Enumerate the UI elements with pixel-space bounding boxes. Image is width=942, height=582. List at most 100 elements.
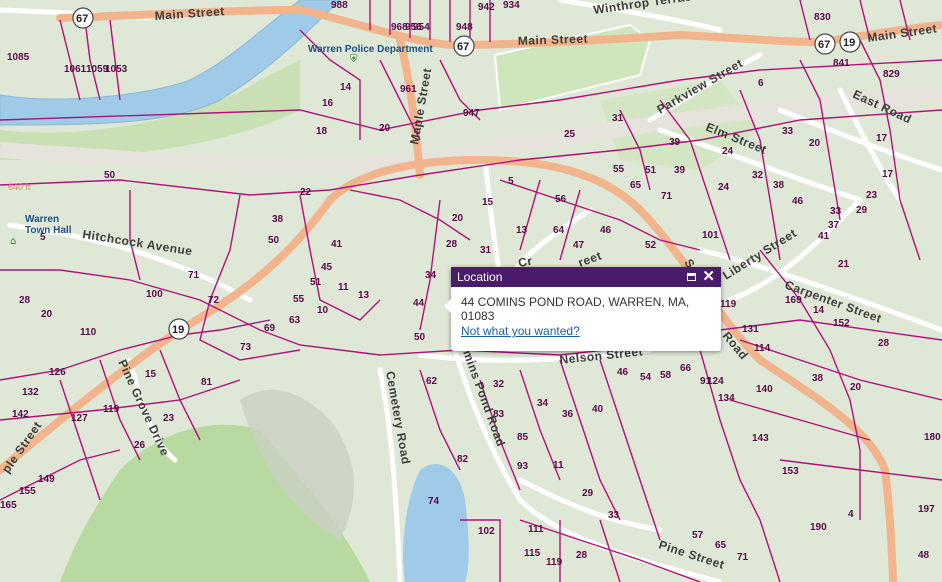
parcel-number: 153 — [782, 466, 799, 477]
parcel-number: 829 — [883, 69, 900, 80]
parcel-number: 1085 — [7, 52, 30, 63]
parcel-number: 72 — [208, 295, 220, 306]
parcel-number: 66 — [680, 363, 692, 374]
parcel-number: 127 — [71, 413, 88, 424]
maximize-icon[interactable] — [687, 273, 697, 281]
parcel-number: 28 — [878, 338, 890, 349]
parcel-number: 20 — [452, 213, 464, 224]
parcel-number: 119 — [720, 299, 737, 310]
parcel-number: 51 — [310, 277, 322, 288]
svg-text:67: 67 — [76, 13, 88, 25]
close-icon[interactable]: ✕ — [702, 269, 715, 284]
parcel-number: 26 — [134, 440, 146, 451]
parcel-number: 20 — [809, 138, 821, 149]
parcel-number: 119 — [546, 557, 563, 568]
route-shield: 67 — [453, 35, 475, 57]
parcel-number: 83 — [493, 409, 505, 420]
parcel-number: 39 — [674, 165, 686, 176]
svg-text:67: 67 — [818, 39, 830, 51]
parcel-number: 115 — [524, 548, 541, 559]
parcel-number: 21 — [838, 259, 850, 270]
parcel-number: 33 — [830, 206, 842, 217]
parcel-number: 47 — [573, 240, 585, 251]
parcel-number: 69 — [264, 323, 276, 334]
parcel-number: 50 — [414, 332, 426, 343]
location-popup: Location ✕ 44 COMINS POND ROAD, WARREN, … — [444, 267, 721, 351]
parcel-number: 143 — [752, 433, 769, 444]
police-icon: ⛨ — [350, 54, 358, 65]
parcel-number: 13 — [516, 225, 528, 236]
parcel-number: 111 — [528, 524, 544, 535]
not-what-you-wanted-link[interactable]: Not what you wanted? — [461, 324, 580, 338]
town-hall-icon: ⌂ — [10, 236, 16, 247]
parcel-number: 15 — [145, 369, 157, 380]
parcel-number: 38 — [773, 180, 785, 191]
parcel-number: 82 — [457, 454, 469, 465]
parcel-number: 93 — [517, 461, 529, 472]
parcel-number: 15 — [482, 197, 494, 208]
parcel-number: 55 — [613, 164, 625, 175]
parcel-number: 11 — [338, 282, 349, 293]
parcel-number: 38 — [272, 214, 284, 225]
parcel-number: 165 — [0, 500, 17, 511]
parcel-number: 14 — [813, 305, 825, 316]
parcel-number: 149 — [38, 474, 55, 485]
parcel-number: 44 — [413, 298, 425, 309]
parcel-number: 124 — [707, 376, 724, 387]
parcel-number: 71 — [737, 552, 749, 563]
parcel-number: 55 — [293, 294, 305, 305]
parcel-number: 934 — [503, 0, 520, 11]
parcel-number: 31 — [480, 245, 492, 256]
parcel-number: 46 — [600, 225, 612, 236]
route-shield: 67 — [814, 33, 836, 55]
parcel-number: 32 — [752, 170, 764, 181]
parcel-number: 23 — [866, 190, 878, 201]
popup-title: Location — [457, 270, 503, 284]
parcel-number: 51 — [645, 165, 657, 176]
parcel-number: 63 — [289, 315, 301, 326]
parcel-number: 142 — [12, 409, 29, 420]
parcel-number: 5 — [40, 232, 46, 243]
parcel-number: 114 — [754, 343, 771, 354]
parcel-number: 20 — [379, 123, 391, 134]
parcel-number: 56 — [555, 194, 567, 205]
place-label-police: Warren Police Department — [308, 44, 433, 55]
parcel-number: 119 — [103, 404, 120, 415]
route-shield: 19 — [839, 31, 861, 53]
parcel-number: 50 — [104, 170, 116, 181]
place-label-town-hall-line1: Warren — [25, 214, 59, 225]
parcel-number: 132 — [22, 387, 39, 398]
parcel-number: 954 — [413, 22, 430, 33]
parcel-number: 65 — [715, 540, 727, 551]
svg-text:67: 67 — [457, 41, 469, 53]
parcel-number: 28 — [446, 239, 458, 250]
parcel-number: 10 — [317, 305, 329, 316]
parcel-number: 37 — [828, 220, 840, 231]
svg-text:19: 19 — [843, 37, 855, 49]
svg-text:19: 19 — [172, 324, 184, 336]
parcel-number: 28 — [19, 295, 31, 306]
parcel-number: 29 — [582, 488, 594, 499]
parcel-number: 38 — [812, 373, 824, 384]
parcel-number: 52 — [645, 240, 657, 251]
popup-pointer — [444, 299, 451, 313]
place-label-town-hall-line2: Town Hall — [25, 225, 72, 236]
parcel-number: 947 — [463, 108, 480, 119]
parcel-number: 36 — [562, 409, 574, 420]
parcel-number: 20 — [41, 309, 53, 320]
parcel-number: 45 — [321, 262, 333, 273]
popup-body: 44 COMINS POND ROAD, WARREN, MA, 01083 N… — [451, 287, 721, 346]
parcel-number: 62 — [426, 376, 438, 387]
parcel-number: 197 — [918, 504, 935, 515]
parcel-number: 14 — [340, 82, 352, 93]
parcel-number: 17 — [882, 169, 894, 180]
parcel-number: 11 — [553, 460, 564, 471]
parcel-number: 17 — [876, 133, 888, 144]
route-shield: 19 — [168, 318, 190, 340]
parcel-number: 71 — [188, 270, 200, 281]
parcel-number: 24 — [718, 182, 730, 193]
parcel-number: 85 — [517, 432, 529, 443]
parcel-number: 18 — [316, 126, 328, 137]
popup-address: 44 COMINS POND ROAD, WARREN, MA, 01083 — [461, 295, 690, 323]
parcel-number: 110 — [80, 327, 97, 338]
